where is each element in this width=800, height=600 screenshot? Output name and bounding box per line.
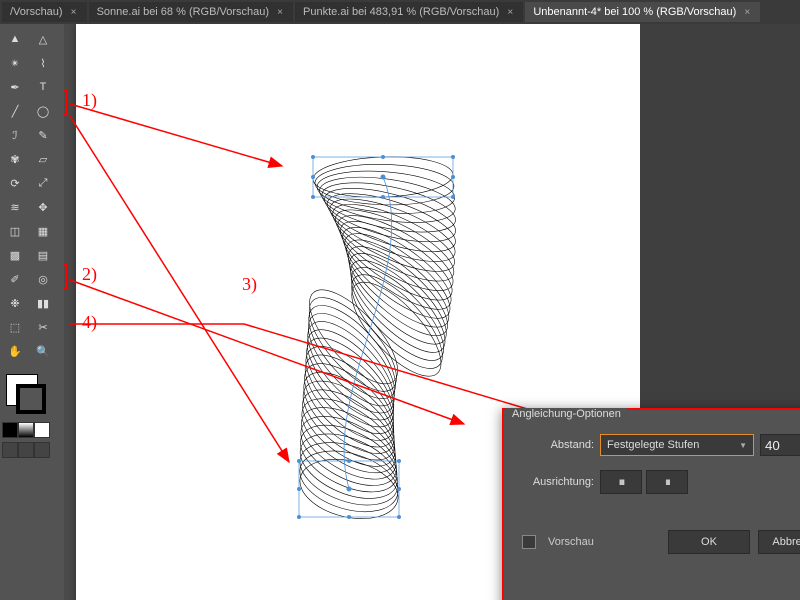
orientation-align-page[interactable]: ıııııı bbox=[600, 470, 642, 494]
cancel-button[interactable]: Abbrechen bbox=[758, 530, 800, 554]
fill-stroke-swatch[interactable] bbox=[2, 370, 50, 418]
zoom-tool[interactable]: 🔍 bbox=[30, 340, 56, 362]
blend-artwork bbox=[261, 149, 541, 549]
perspective-tool[interactable]: ▦ bbox=[30, 220, 56, 242]
spacing-dropdown[interactable]: Festgelegte Stufen ▼ bbox=[600, 434, 754, 456]
stroke-swatch[interactable] bbox=[16, 384, 46, 414]
direct-selection-tool[interactable]: △ bbox=[30, 28, 56, 50]
tab-3[interactable]: Unbenannt-4* bei 100 % (RGB/Vorschau) × bbox=[525, 2, 760, 22]
tools-panel: ▲△✴⌇✒T╱◯ℐ✎✾▱⟳⤢≋✥◫▦▩▤✐◎❉▮▮⬚✂✋🔍 bbox=[0, 24, 64, 600]
chevron-down-icon: ▼ bbox=[739, 441, 747, 450]
eraser-tool[interactable]: ▱ bbox=[30, 148, 56, 170]
ellipse-tool[interactable]: ◯ bbox=[30, 100, 56, 122]
canvas-area[interactable]: 1) 2) 3) 4) Angleichung-Optionen Abstand… bbox=[64, 24, 800, 600]
shape-builder-tool[interactable]: ◫ bbox=[2, 220, 28, 242]
tab-label: /Vorschau) bbox=[10, 6, 63, 18]
tab-label: Sonne.ai bei 68 % (RGB/Vorschau) bbox=[97, 6, 269, 18]
slice-tool[interactable]: ✂ bbox=[30, 316, 56, 338]
blend-tool[interactable]: ◎ bbox=[30, 268, 56, 290]
artboard-tool[interactable]: ⬚ bbox=[2, 316, 28, 338]
free-transform-tool[interactable]: ✥ bbox=[30, 196, 56, 218]
paintbrush-tool[interactable]: ℐ bbox=[2, 124, 28, 146]
type-tool[interactable]: T bbox=[30, 76, 56, 98]
selection-tool[interactable]: ▲ bbox=[2, 28, 28, 50]
ok-button[interactable]: OK bbox=[668, 530, 750, 554]
draw-normal[interactable] bbox=[2, 442, 18, 458]
screen-mode-row bbox=[2, 442, 62, 458]
spacing-label: Abstand: bbox=[522, 439, 594, 451]
draw-behind[interactable] bbox=[18, 442, 34, 458]
pen-tool[interactable]: ✒ bbox=[2, 76, 28, 98]
close-icon[interactable]: × bbox=[505, 7, 515, 17]
preview-label: Vorschau bbox=[548, 536, 594, 548]
line-tool[interactable]: ╱ bbox=[2, 100, 28, 122]
color-none[interactable] bbox=[34, 422, 50, 438]
scale-tool[interactable]: ⤢ bbox=[30, 172, 56, 194]
gradient-tool[interactable]: ▤ bbox=[30, 244, 56, 266]
tab-2[interactable]: Punkte.ai bei 483,91 % (RGB/Vorschau) × bbox=[295, 2, 523, 22]
dialog-title: Angleichung-Optionen bbox=[506, 408, 627, 420]
color-gradient[interactable] bbox=[18, 422, 34, 438]
highlight-ellipse-tool bbox=[64, 90, 67, 116]
tab-1[interactable]: Sonne.ai bei 68 % (RGB/Vorschau) × bbox=[89, 2, 293, 22]
rotate-tool[interactable]: ⟳ bbox=[2, 172, 28, 194]
tab-0[interactable]: /Vorschau) × bbox=[2, 2, 87, 22]
magic-wand-tool[interactable]: ✴ bbox=[2, 52, 28, 74]
pencil-tool[interactable]: ✎ bbox=[30, 124, 56, 146]
close-icon[interactable]: × bbox=[742, 7, 752, 17]
orientation-label: Ausrichtung: bbox=[522, 476, 594, 488]
color-mode-row bbox=[2, 422, 62, 438]
highlight-blend-tool bbox=[64, 264, 67, 290]
hand-tool[interactable]: ✋ bbox=[2, 340, 28, 362]
eyedropper-tool[interactable]: ✐ bbox=[2, 268, 28, 290]
symbol-spray-tool[interactable]: ❉ bbox=[2, 292, 28, 314]
close-icon[interactable]: × bbox=[69, 7, 79, 17]
steps-input[interactable] bbox=[760, 434, 800, 456]
lasso-tool[interactable]: ⌇ bbox=[30, 52, 56, 74]
spacing-dropdown-value: Festgelegte Stufen bbox=[607, 439, 699, 451]
width-tool[interactable]: ≋ bbox=[2, 196, 28, 218]
color-solid[interactable] bbox=[2, 422, 18, 438]
document-tabbar: /Vorschau) × Sonne.ai bei 68 % (RGB/Vorsc… bbox=[0, 0, 800, 24]
draw-inside[interactable] bbox=[34, 442, 50, 458]
preview-checkbox[interactable] bbox=[522, 535, 536, 549]
orientation-align-path[interactable]: ııııı bbox=[646, 470, 688, 494]
blob-tool[interactable]: ✾ bbox=[2, 148, 28, 170]
tab-label: Punkte.ai bei 483,91 % (RGB/Vorschau) bbox=[303, 6, 499, 18]
column-graph-tool[interactable]: ▮▮ bbox=[30, 292, 56, 314]
tab-label: Unbenannt-4* bei 100 % (RGB/Vorschau) bbox=[533, 6, 736, 18]
close-icon[interactable]: × bbox=[275, 7, 285, 17]
mesh-tool[interactable]: ▩ bbox=[2, 244, 28, 266]
blend-options-dialog: Angleichung-Optionen Abstand: Festgelegt… bbox=[502, 408, 800, 600]
